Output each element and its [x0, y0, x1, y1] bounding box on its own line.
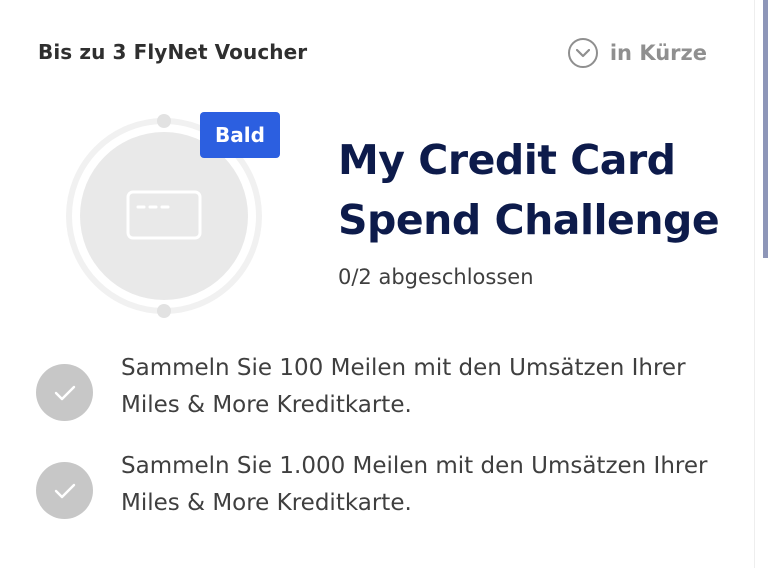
task-list: Sammeln Sie 100 Meilen mit den Umsätzen …: [36, 350, 736, 546]
scrollbar[interactable]: [754, 0, 768, 568]
progress-text: 0/2 abgeschlossen: [338, 265, 534, 289]
challenge-card: Bis zu 3 FlyNet Voucher in Kürze Bald My…: [0, 0, 755, 568]
challenge-title: My Credit Card Spend Challenge: [338, 136, 720, 244]
status-toggle[interactable]: in Kürze: [567, 38, 707, 68]
chevron-down-circle-icon[interactable]: [567, 38, 598, 68]
task-item: Sammeln Sie 1.000 Meilen mit den Umsätze…: [36, 448, 736, 546]
status-label: in Kürze: [609, 41, 707, 65]
soon-badge: Bald: [200, 112, 280, 158]
credit-card-icon: [126, 190, 202, 240]
task-item: Sammeln Sie 100 Meilen mit den Umsätzen …: [36, 350, 736, 448]
chevron-down-icon: [575, 48, 590, 57]
check-icon: [36, 364, 93, 421]
check-icon: [36, 462, 93, 519]
badge-ring-dot-bottom: [157, 304, 171, 318]
scrollbar-thumb[interactable]: [763, 0, 768, 258]
reward-title: Bis zu 3 FlyNet Voucher: [38, 40, 308, 64]
badge-ring-dot-top: [157, 114, 171, 128]
task-text: Sammeln Sie 1.000 Meilen mit den Umsätze…: [121, 453, 708, 516]
task-text: Sammeln Sie 100 Meilen mit den Umsätzen …: [121, 355, 686, 418]
